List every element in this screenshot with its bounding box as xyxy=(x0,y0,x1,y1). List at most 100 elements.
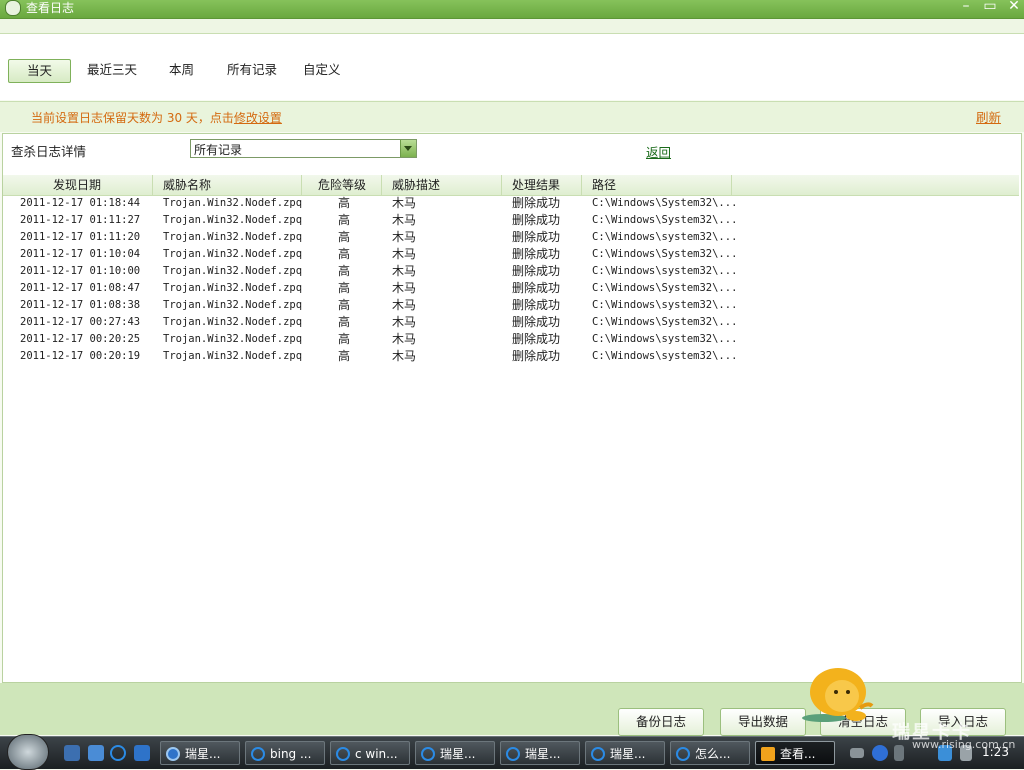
cell-risk-level: 高 xyxy=(338,264,351,278)
cell-result: 删除成功 xyxy=(512,332,561,346)
taskbar-button[interactable]: 查看... xyxy=(755,741,835,765)
table-row[interactable]: 2011-12-17 01:08:38 Trojan.Win32.Nodef.zp… xyxy=(3,297,1019,314)
table-row[interactable]: 2011-12-17 01:18:44 Trojan.Win32.Nodef.zp… xyxy=(3,195,1019,212)
cell-result: 删除成功 xyxy=(512,213,561,227)
cell-path: C:\Windows\System32\... xyxy=(592,248,738,260)
tab-bar: 当天 最近三天 本周 所有记录 自定义 xyxy=(0,34,1024,100)
cell-risk-level: 高 xyxy=(338,349,351,363)
export-data-button[interactable]: 导出数据 xyxy=(720,708,806,736)
chevron-down-icon[interactable] xyxy=(400,140,416,157)
cell-result: 删除成功 xyxy=(512,230,561,244)
cell-description: 木马 xyxy=(392,281,417,295)
table-row[interactable]: 2011-12-17 01:10:00 Trojan.Win32.Nodef.zp… xyxy=(3,263,1019,280)
cell-result: 删除成功 xyxy=(512,315,561,329)
ie-icon xyxy=(336,747,350,761)
log-icon xyxy=(761,747,775,761)
tab-last-three-days[interactable]: 最近三天 xyxy=(87,59,137,81)
cell-date: 2011-12-17 00:20:19 xyxy=(20,350,141,362)
cell-path: C:\Windows\system32\... xyxy=(592,350,738,362)
table-row[interactable]: 2011-12-17 01:11:20 Trojan.Win32.Nodef.zp… xyxy=(3,229,1019,246)
cell-threat-name: Trojan.Win32.Nodef.zpq xyxy=(163,231,303,243)
cell-risk-level: 高 xyxy=(338,298,351,312)
cell-result: 删除成功 xyxy=(512,247,561,261)
cell-date: 2011-12-17 01:11:27 xyxy=(20,214,141,226)
taskbar-button[interactable]: 瑞星... xyxy=(500,741,580,765)
tab-all-records[interactable]: 所有记录 xyxy=(227,59,277,81)
desktop-icon[interactable] xyxy=(64,745,80,761)
taskbar-button-label: c win... xyxy=(355,747,398,761)
notice-text: 当前设置日志保留天数为 30 天，点击修改设置 xyxy=(31,109,282,126)
table-row[interactable]: 2011-12-17 00:20:19 Trojan.Win32.Nodef.zp… xyxy=(3,348,1019,365)
window-switch-icon[interactable] xyxy=(88,745,104,761)
tab-this-week[interactable]: 本周 xyxy=(169,59,194,81)
refresh-link[interactable]: 刷新 xyxy=(976,107,1001,126)
taskbar-button[interactable]: 瑞星... xyxy=(585,741,665,765)
cell-result: 删除成功 xyxy=(512,196,561,210)
cell-path: C:\Windows\system32\... xyxy=(592,231,738,243)
taskbar-button-label: 瑞星... xyxy=(185,747,221,761)
backup-log-button[interactable]: 备份日志 xyxy=(618,708,704,736)
table-row[interactable]: 2011-12-17 00:27:43 Trojan.Win32.Nodef.zp… xyxy=(3,314,1019,331)
restore-button[interactable]: ▭ xyxy=(981,0,999,14)
cell-result: 删除成功 xyxy=(512,349,561,363)
column-header-description[interactable]: 威胁描述 xyxy=(382,175,502,195)
back-link[interactable]: 返回 xyxy=(646,142,671,161)
cell-threat-name: Trojan.Win32.Nodef.zpq xyxy=(163,214,303,226)
cell-threat-name: Trojan.Win32.Nodef.zpq xyxy=(163,197,303,209)
cell-description: 木马 xyxy=(392,264,417,278)
taskbar-button-label: 查看... xyxy=(780,747,816,761)
cell-threat-name: Trojan.Win32.Nodef.zpq xyxy=(163,316,303,328)
cell-risk-level: 高 xyxy=(338,230,351,244)
cell-result: 删除成功 xyxy=(512,281,561,295)
start-button[interactable] xyxy=(7,734,49,770)
cell-risk-level: 高 xyxy=(338,213,351,227)
cell-date: 2011-12-17 01:10:00 xyxy=(20,265,141,277)
close-button[interactable]: ✕ xyxy=(1005,0,1023,14)
keyboard-icon[interactable] xyxy=(850,748,864,758)
modify-settings-link[interactable]: 修改设置 xyxy=(234,111,282,125)
watermark-sub: www.rising.com.cn xyxy=(912,738,1016,751)
table-header: 发现日期 威胁名称 危险等级 威胁描述 处理结果 路径 xyxy=(3,175,1019,196)
column-header-result[interactable]: 处理结果 xyxy=(502,175,582,195)
tab-today[interactable]: 当天 xyxy=(8,59,72,83)
taskbar-button[interactable]: c win... xyxy=(330,741,410,765)
cell-path: C:\Windows\System32\... xyxy=(592,197,738,209)
record-filter-select[interactable]: 所有记录 xyxy=(190,139,417,158)
minimize-button[interactable]: – xyxy=(957,0,975,14)
rising-icon xyxy=(166,747,180,761)
tab-custom[interactable]: 自定义 xyxy=(303,59,341,81)
tray-expand-icon[interactable] xyxy=(894,745,904,761)
column-header-date[interactable]: 发现日期 xyxy=(3,175,153,195)
taskbar-button-label: 怎么... xyxy=(695,747,731,761)
notice-prefix: 当前设置日志保留天数为 30 天，点击 xyxy=(31,111,234,125)
toolbar-strip xyxy=(0,19,1024,34)
cell-description: 木马 xyxy=(392,213,417,227)
table-row[interactable]: 2011-12-17 01:11:27 Trojan.Win32.Nodef.zp… xyxy=(3,212,1019,229)
column-header-risk-level[interactable]: 危险等级 xyxy=(302,175,382,195)
column-header-threat-name[interactable]: 威胁名称 xyxy=(153,175,302,195)
retention-notice: 当前设置日志保留天数为 30 天，点击修改设置 刷新 xyxy=(0,101,1024,132)
taskbar-button-label: bing ... xyxy=(270,747,312,761)
cell-date: 2011-12-17 01:08:38 xyxy=(20,299,141,311)
cell-date: 2011-12-17 01:11:20 xyxy=(20,231,141,243)
taskbar-button[interactable]: bing ... xyxy=(245,741,325,765)
cell-path: C:\Windows\System32\... xyxy=(592,316,738,328)
lion-mascot-icon[interactable] xyxy=(802,664,874,726)
taskbar-button[interactable]: 瑞星... xyxy=(160,741,240,765)
table-row[interactable]: 2011-12-17 01:10:04 Trojan.Win32.Nodef.zp… xyxy=(3,246,1019,263)
table-row[interactable]: 2011-12-17 00:20:25 Trojan.Win32.Nodef.zp… xyxy=(3,331,1019,348)
shield-icon xyxy=(5,0,21,16)
cell-description: 木马 xyxy=(392,230,417,244)
cell-description: 木马 xyxy=(392,298,417,312)
rising-icon[interactable] xyxy=(134,745,150,761)
ie-icon[interactable] xyxy=(110,745,126,761)
cell-description: 木马 xyxy=(392,349,417,363)
cell-threat-name: Trojan.Win32.Nodef.zpq xyxy=(163,282,303,294)
column-header-path[interactable]: 路径 xyxy=(582,175,732,195)
table-row[interactable]: 2011-12-17 01:08:47 Trojan.Win32.Nodef.zp… xyxy=(3,280,1019,297)
help-icon[interactable] xyxy=(872,745,888,761)
ie-icon xyxy=(251,747,265,761)
taskbar-button[interactable]: 瑞星... xyxy=(415,741,495,765)
cell-path: C:\Windows\system32\... xyxy=(592,299,738,311)
taskbar-button[interactable]: 怎么... xyxy=(670,741,750,765)
